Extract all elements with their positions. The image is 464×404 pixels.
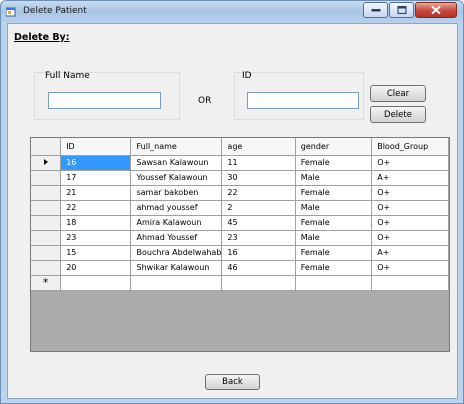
cell-id[interactable]: 22 (60, 200, 132, 216)
cell-full-name[interactable]: Youssef Kalawoun (130, 170, 223, 186)
row-header[interactable] (31, 170, 62, 186)
cell-gender[interactable]: Female (295, 185, 373, 201)
cell-id[interactable]: 21 (60, 185, 132, 201)
cell-age[interactable]: 46 (221, 260, 296, 276)
id-groupbox: ID (234, 71, 364, 120)
table-row[interactable]: 22 ahmad youssef 2 Male O+ (31, 200, 449, 216)
cell-full-name[interactable]: Ahmad Youssef (130, 230, 223, 246)
column-header-age[interactable]: age (221, 138, 296, 156)
fullname-groupbox: Full Name (34, 71, 180, 120)
form-client-area: Delete By: Full Name OR ID Clear Delete (7, 23, 458, 399)
column-header-id[interactable]: ID (60, 138, 132, 156)
cell-blood-group[interactable]: A+ (371, 245, 449, 261)
column-header-gender[interactable]: gender (295, 138, 373, 156)
cell-id[interactable]: 23 (60, 230, 132, 246)
table-row[interactable]: 23 Ahmad Youssef 23 Male O+ (31, 230, 449, 246)
cell-full-name[interactable]: Amira Kalawoun (130, 215, 223, 231)
table-row[interactable]: 20 Shwikar Kalawoun 46 Female O+ (31, 260, 449, 276)
row-pointer-icon (43, 159, 48, 165)
new-row[interactable]: * (31, 275, 449, 291)
table-header-row: ID Full_name age gender Blood_Group (31, 138, 449, 156)
minimize-icon (371, 9, 380, 12)
row-header[interactable] (31, 215, 62, 231)
minimize-button[interactable] (363, 2, 388, 18)
cell-gender[interactable]: Female (295, 215, 373, 231)
new-row-marker: * (31, 275, 62, 291)
table-row[interactable]: 15 Bouchra Abdelwahab 16 Female A+ (31, 245, 449, 261)
row-header[interactable] (31, 155, 62, 171)
cell-id[interactable]: 18 (60, 215, 132, 231)
row-header[interactable] (31, 185, 62, 201)
cell-full-name[interactable]: Bouchra Abdelwahab (130, 245, 223, 261)
cell-blood-group[interactable]: A+ (371, 170, 449, 186)
cell-age[interactable]: 45 (221, 215, 296, 231)
cell-blood-group[interactable]: O+ (371, 230, 449, 246)
window-title: Delete Patient (23, 6, 87, 16)
id-label: ID (242, 71, 252, 81)
cell-age[interactable]: 11 (221, 155, 296, 171)
new-row-cell[interactable] (221, 275, 296, 291)
table-row[interactable]: 17 Youssef Kalawoun 30 Male A+ (31, 170, 449, 186)
cell-age[interactable]: 23 (221, 230, 296, 246)
window-app-icon (6, 7, 16, 17)
cell-gender[interactable]: Male (295, 200, 373, 216)
cell-blood-group[interactable]: O+ (371, 200, 449, 216)
title-bar[interactable]: Delete Patient (1, 1, 463, 23)
new-row-cell[interactable] (295, 275, 373, 291)
cell-full-name[interactable]: Shwikar Kalawoun (130, 260, 223, 276)
cell-age[interactable]: 22 (221, 185, 296, 201)
patients-table: ID Full_name age gender Blood_Group 16 S… (31, 138, 449, 291)
close-icon (431, 5, 441, 15)
row-header[interactable] (31, 245, 62, 261)
cell-blood-group[interactable]: O+ (371, 185, 449, 201)
cell-gender[interactable]: Female (295, 155, 373, 171)
maximize-button[interactable] (389, 2, 414, 18)
cell-full-name[interactable]: Sawsan Kalawoun (130, 155, 223, 171)
cell-blood-group[interactable]: O+ (371, 260, 449, 276)
new-row-cell[interactable] (130, 275, 223, 291)
cell-id[interactable]: 20 (60, 260, 132, 276)
table-row[interactable]: 21 samar bakoben 22 Female O+ (31, 185, 449, 201)
row-header[interactable] (31, 230, 62, 246)
cell-gender[interactable]: Male (295, 230, 373, 246)
cell-full-name[interactable]: samar bakoben (130, 185, 223, 201)
cell-full-name[interactable]: ahmad youssef (130, 200, 223, 216)
cell-age[interactable]: 30 (221, 170, 296, 186)
table-row[interactable]: 16 Sawsan Kalawoun 11 Female O+ (31, 155, 449, 171)
back-button[interactable]: Back (205, 374, 260, 390)
column-header-full-name[interactable]: Full_name (130, 138, 223, 156)
cell-gender[interactable]: Male (295, 170, 373, 186)
cell-gender[interactable]: Female (295, 245, 373, 261)
cell-gender[interactable]: Female (295, 260, 373, 276)
row-header[interactable] (31, 260, 62, 276)
new-row-cell[interactable] (371, 275, 449, 291)
id-input[interactable] (247, 92, 359, 109)
patients-grid[interactable]: ID Full_name age gender Blood_Group 16 S… (30, 137, 450, 352)
delete-button[interactable]: Delete (370, 106, 426, 123)
cell-age[interactable]: 16 (221, 245, 296, 261)
row-header[interactable] (31, 200, 62, 216)
fullname-label: Full Name (45, 71, 90, 81)
table-row[interactable]: 18 Amira Kalawoun 45 Female O+ (31, 215, 449, 231)
cell-blood-group[interactable]: O+ (371, 215, 449, 231)
column-header-blood-group[interactable]: Blood_Group (371, 138, 449, 156)
new-row-cell[interactable] (60, 275, 132, 291)
maximize-icon (397, 6, 406, 14)
cell-age[interactable]: 2 (221, 200, 296, 216)
clear-button[interactable]: Clear (370, 85, 426, 102)
delete-by-heading: Delete By: (14, 32, 70, 43)
delete-patient-window: Delete Patient Delete By: Full Name OR I… (0, 0, 464, 404)
row-header-corner[interactable] (31, 138, 62, 156)
close-button[interactable] (415, 2, 457, 18)
cell-id[interactable]: 16 (60, 155, 132, 171)
or-label: OR (198, 96, 212, 106)
cell-id[interactable]: 17 (60, 170, 132, 186)
cell-id[interactable]: 15 (60, 245, 132, 261)
cell-blood-group[interactable]: O+ (371, 155, 449, 171)
fullname-input[interactable] (48, 92, 161, 109)
